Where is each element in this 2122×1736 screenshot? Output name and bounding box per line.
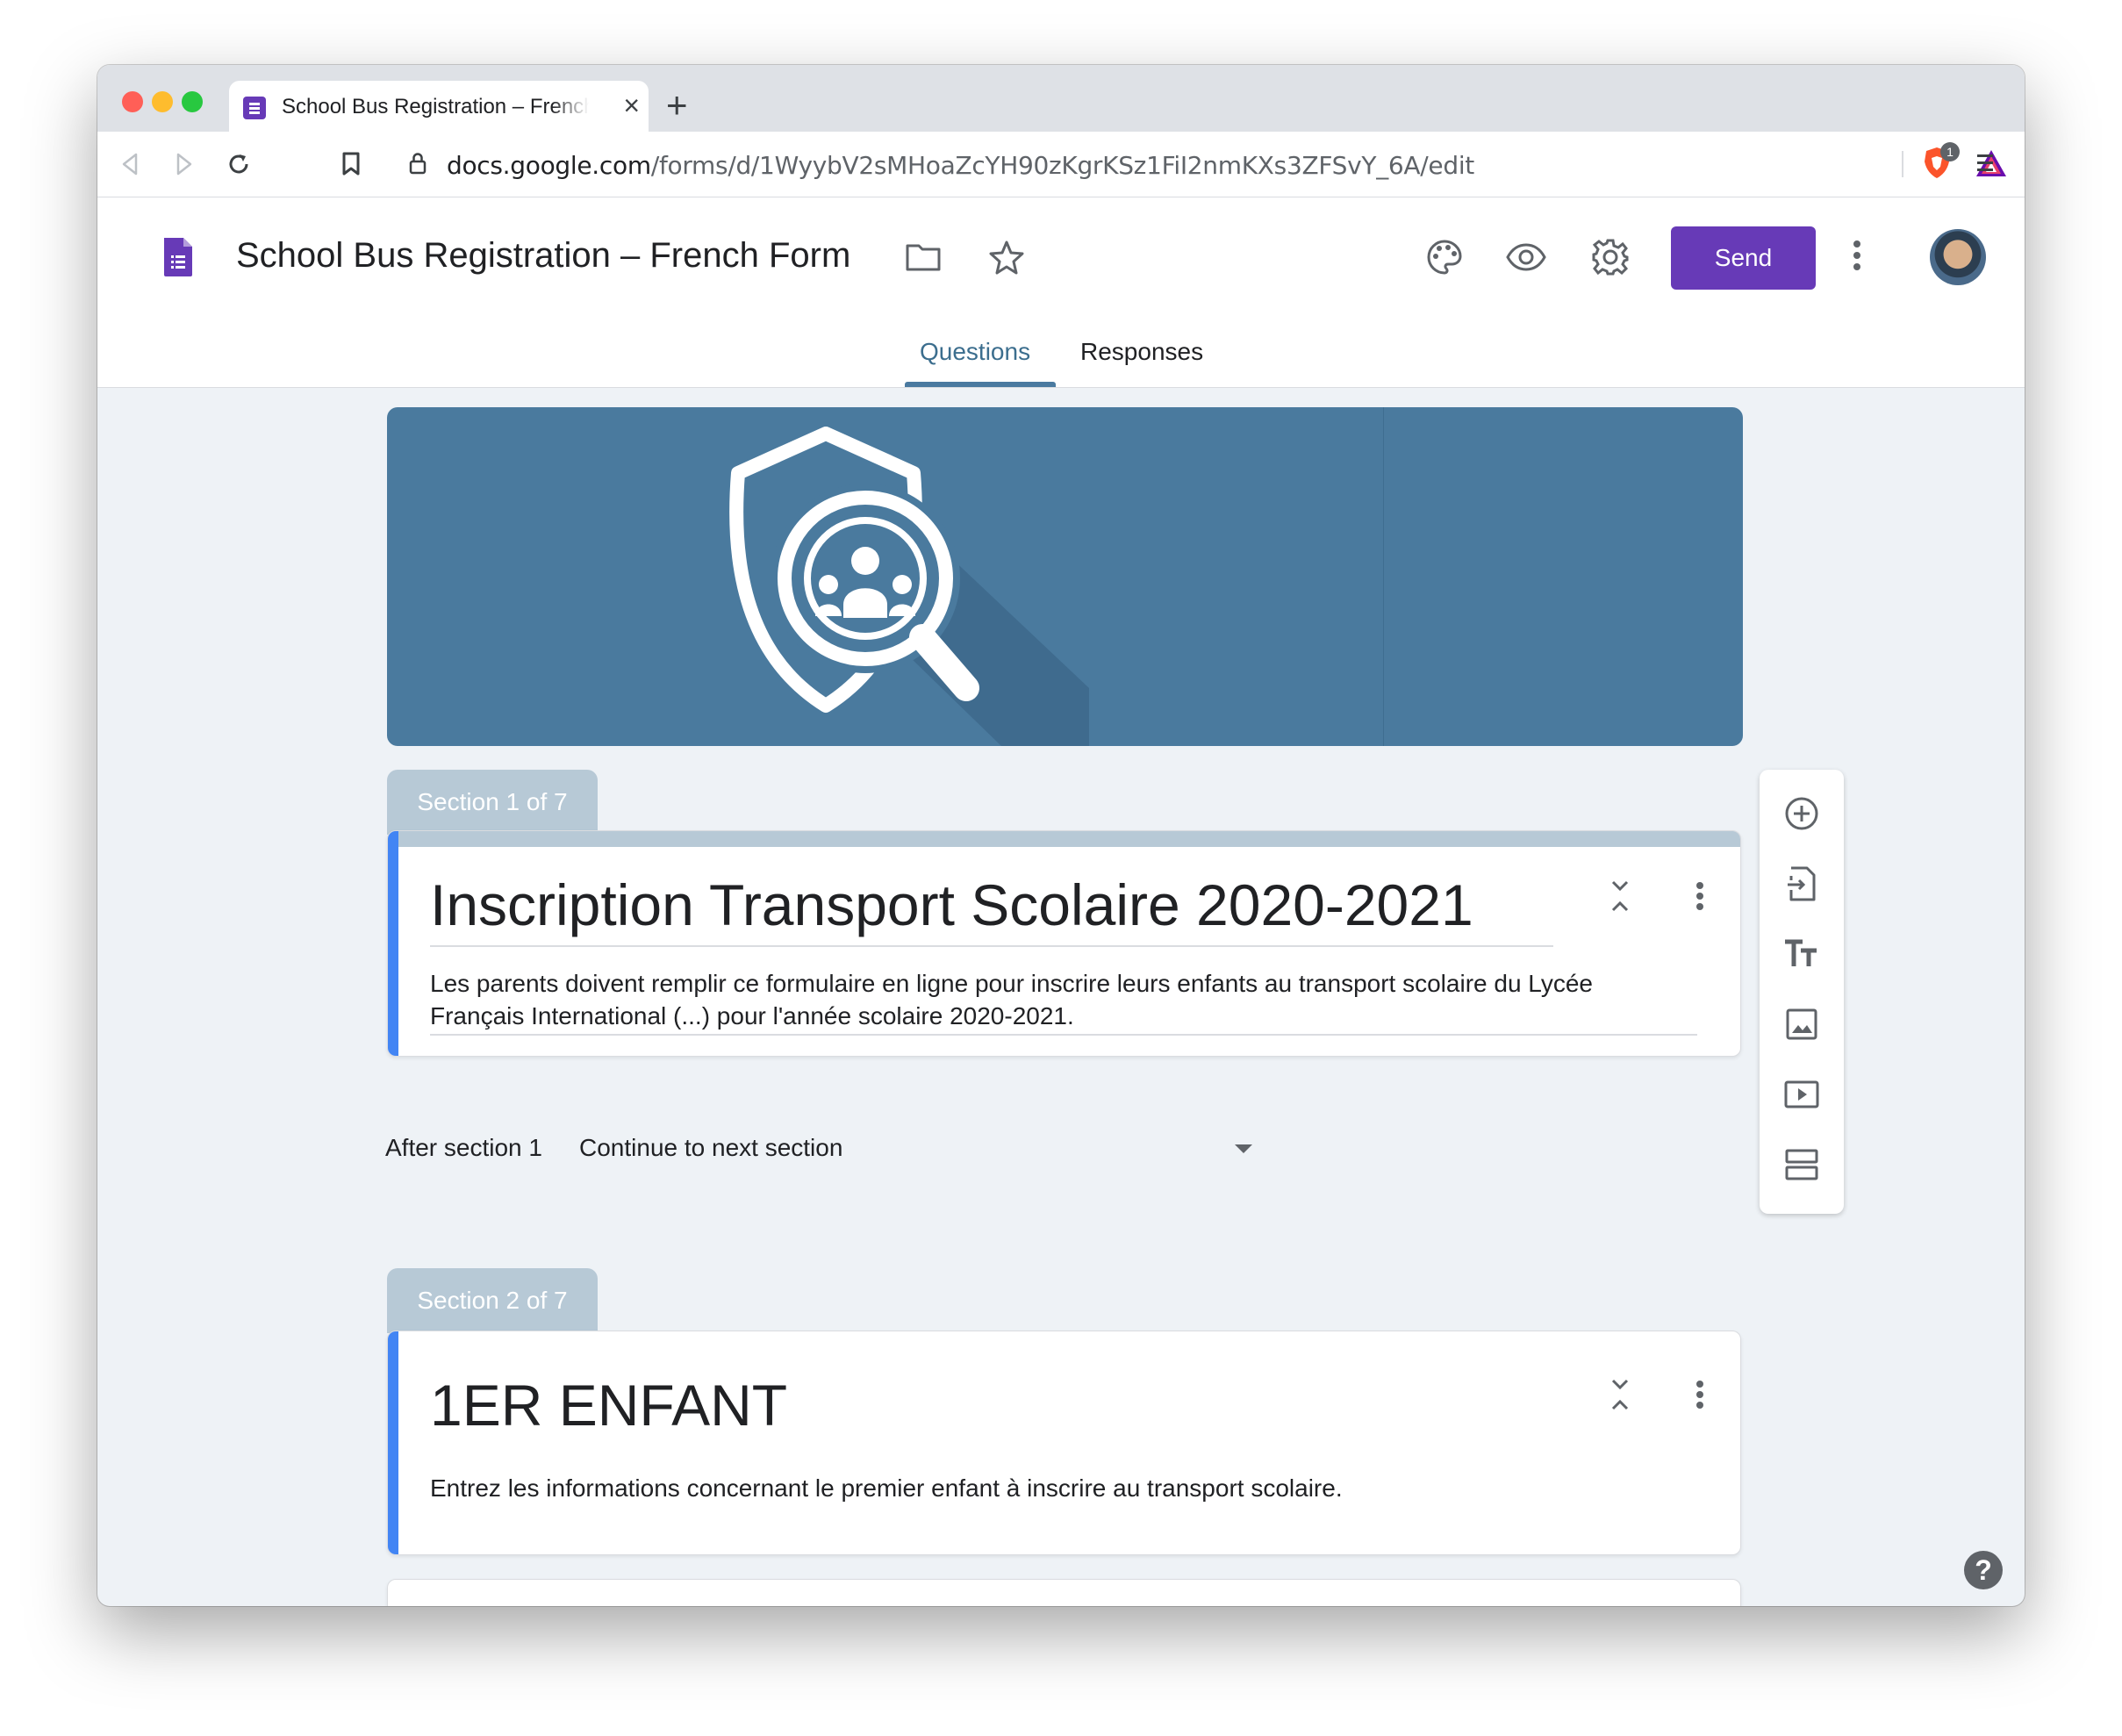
section-2-title[interactable]: 1ER ENFANT xyxy=(430,1372,787,1438)
more-options-icon[interactable] xyxy=(1851,238,1863,277)
section-2-label: Section 2 of 7 xyxy=(387,1268,598,1333)
forms-logo-icon[interactable] xyxy=(161,236,196,283)
lock-icon[interactable] xyxy=(408,151,427,180)
forms-favicon-icon xyxy=(243,97,266,119)
send-button[interactable]: Send xyxy=(1671,226,1816,290)
add-section-icon[interactable] xyxy=(1781,1144,1823,1186)
bookmark-icon[interactable] xyxy=(334,147,368,181)
add-question-icon[interactable] xyxy=(1781,793,1823,835)
star-icon[interactable] xyxy=(986,236,1028,278)
reload-icon[interactable] xyxy=(222,147,255,181)
banner-divider xyxy=(1383,407,1384,746)
section-1-description-line2: Français International (...) pour l'anné… xyxy=(430,1002,1074,1029)
shield-magnifier-illustration xyxy=(729,427,1089,746)
back-icon[interactable] xyxy=(113,147,147,181)
title-underline xyxy=(430,945,1553,947)
question-toolbar xyxy=(1760,770,1844,1214)
section-1-description-line1: Les parents doivent remplir ce formulair… xyxy=(430,970,1593,997)
add-title-icon[interactable] xyxy=(1781,933,1823,975)
browser-toolbar: docs.google.com/forms/d/1WyybV2sMHoaZcYH… xyxy=(97,132,2025,197)
tab-questions[interactable]: Questions xyxy=(920,338,1030,366)
folder-icon[interactable] xyxy=(902,236,944,278)
tab-responses[interactable]: Responses xyxy=(1080,338,1203,366)
add-image-icon[interactable] xyxy=(1781,1003,1823,1045)
after-section-label: After section 1 xyxy=(385,1134,542,1161)
forward-icon[interactable] xyxy=(168,147,201,181)
settings-gear-icon[interactable] xyxy=(1589,236,1631,278)
section-2-more-icon[interactable] xyxy=(1694,1379,1706,1415)
forms-header: School Bus Registration – French Form Se… xyxy=(97,197,2025,388)
minimize-window-button[interactable] xyxy=(152,91,173,112)
address-separator xyxy=(1902,151,1903,177)
help-icon[interactable]: ? xyxy=(1964,1551,2003,1589)
collapse-section-icon[interactable] xyxy=(1609,1377,1631,1417)
palette-icon[interactable] xyxy=(1423,236,1466,278)
section-2-accent xyxy=(388,1331,398,1554)
section-1-label: Section 1 of 7 xyxy=(387,770,598,835)
section-1-more-icon[interactable] xyxy=(1694,880,1706,916)
dropdown-caret-icon[interactable] xyxy=(1235,1144,1252,1153)
menu-icon[interactable] xyxy=(1975,151,1995,180)
next-question-card[interactable] xyxy=(387,1579,1741,1606)
section-2-card[interactable]: 1ER ENFANT Entrez les informations conce… xyxy=(387,1331,1741,1555)
section-2-description[interactable]: Entrez les informations concernant le pr… xyxy=(430,1472,1343,1504)
collapse-section-icon[interactable] xyxy=(1609,879,1631,918)
after-section-select[interactable]: Continue to next section xyxy=(579,1134,842,1162)
section-1-title[interactable]: Inscription Transport Scolaire 2020-2021 xyxy=(430,872,1473,938)
section-1-description[interactable]: Les parents doivent remplir ce formulair… xyxy=(430,967,1593,1032)
description-underline xyxy=(430,1034,1697,1036)
form-header-image[interactable] xyxy=(387,407,1743,746)
url-text: docs.google.com/forms/d/1WyybV2sMHoaZcYH… xyxy=(447,151,1474,180)
avatar[interactable] xyxy=(1930,229,1986,285)
document-title[interactable]: School Bus Registration – French Form xyxy=(236,236,850,276)
address-bar[interactable]: docs.google.com/forms/d/1WyybV2sMHoaZcYH… xyxy=(394,139,2006,188)
section-1-top-bar xyxy=(388,831,1740,847)
active-tab-indicator xyxy=(905,382,1056,387)
browser-window: School Bus Registration – French Form × … xyxy=(97,65,2025,1606)
shield-count-badge: 1 xyxy=(1940,142,1960,161)
import-questions-icon[interactable] xyxy=(1781,863,1823,905)
tab-strip: School Bus Registration – French Form × … xyxy=(97,65,2025,132)
tab-close-icon[interactable]: × xyxy=(623,90,640,121)
section-1-card[interactable]: Inscription Transport Scolaire 2020-2021… xyxy=(387,830,1741,1057)
maximize-window-button[interactable] xyxy=(182,91,203,112)
preview-eye-icon[interactable] xyxy=(1505,236,1547,278)
new-tab-button[interactable]: + xyxy=(666,86,688,125)
browser-tab[interactable]: School Bus Registration – French Form × xyxy=(229,81,649,132)
section-1-active-accent xyxy=(388,831,398,1056)
close-window-button[interactable] xyxy=(122,91,143,112)
tab-title: School Bus Registration – French Form xyxy=(282,95,589,118)
add-video-icon[interactable] xyxy=(1781,1073,1823,1115)
